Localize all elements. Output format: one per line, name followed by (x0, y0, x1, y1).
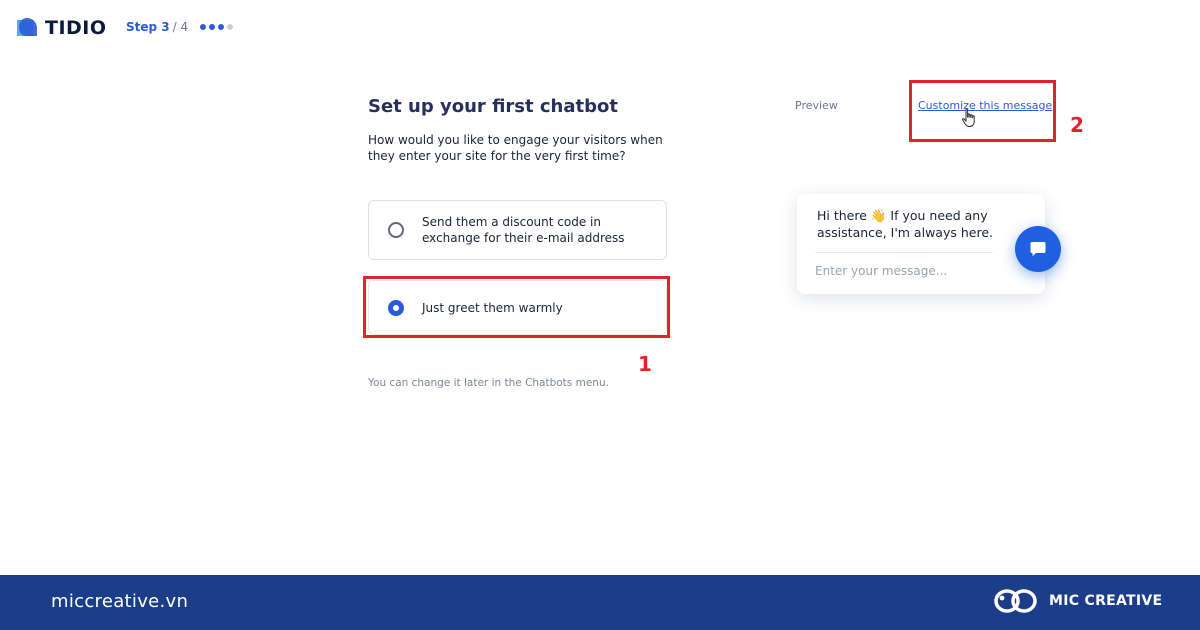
chat-message-input[interactable] (815, 264, 993, 278)
step-indicator: Step 3 / 4 (126, 20, 234, 34)
progress-dot (200, 24, 207, 30)
mic-creative-logo-icon (994, 589, 1037, 613)
tidio-logo[interactable]: TIDIO (13, 14, 107, 42)
preview-label: Preview (795, 99, 838, 112)
chat-preview-widget: Hi there 👋 If you need any assistance, I… (797, 194, 1045, 294)
brand-name: TIDIO (45, 17, 107, 39)
top-bar: TIDIO Step 3 / 4 (0, 0, 1200, 60)
option-label: Send them a discount code in exchange fo… (422, 215, 625, 245)
step-total: / 4 (172, 20, 189, 34)
footer-brand: MIC CREATIVE (993, 586, 1162, 616)
progress-dot (209, 24, 216, 30)
chat-bubble-icon (1030, 242, 1046, 256)
footer-banner: miccreative.vn MIC CREATIVE (0, 575, 1200, 630)
callout-number-1: 1 (638, 352, 652, 376)
chat-divider (815, 252, 993, 253)
callout-box-1 (363, 276, 670, 338)
chat-greeting-message: Hi there 👋 If you need any assistance, I… (817, 208, 993, 240)
progress-dot (218, 24, 225, 30)
page-title: Set up your first chatbot (368, 96, 618, 117)
chat-launcher-button[interactable] (1015, 226, 1061, 272)
option-discount-code[interactable]: Send them a discount code in exchange fo… (368, 200, 667, 260)
progress-dot (227, 24, 234, 30)
tidio-logo-icon (17, 18, 37, 36)
footer-brand-name: MIC CREATIVE (1049, 593, 1163, 609)
callout-box-2 (909, 80, 1056, 142)
callout-number-2: 2 (1070, 113, 1084, 137)
radio-button[interactable] (388, 222, 404, 238)
step-current: Step 3 (126, 20, 170, 34)
progress-dots (200, 24, 234, 30)
footer-domain: miccreative.vn (51, 591, 189, 612)
change-later-hint: You can change it later in the Chatbots … (368, 377, 609, 389)
setup-question: How would you like to engage your visito… (368, 133, 663, 163)
